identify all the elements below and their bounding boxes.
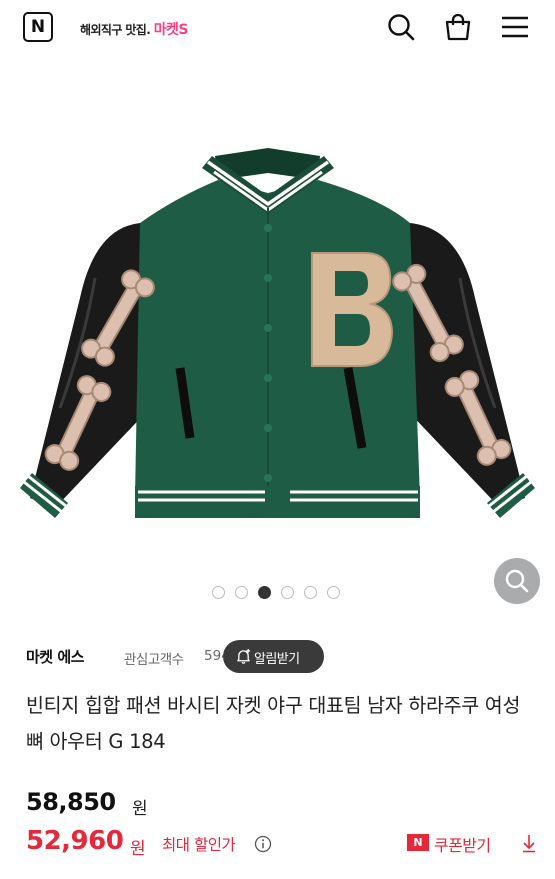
page-dot[interactable] xyxy=(304,586,317,599)
seller-row: 마켓 에스 관심고객수 594 알림받기 xyxy=(26,640,546,674)
zoom-icon xyxy=(505,569,529,593)
alarm-button[interactable]: 알림받기 xyxy=(223,640,324,673)
shopping-bag-icon[interactable] xyxy=(441,10,475,44)
page-dot[interactable] xyxy=(327,586,340,599)
currency-label: 원 xyxy=(132,799,148,819)
sale-price: 52,960 xyxy=(26,826,124,856)
page-dot-active[interactable] xyxy=(258,586,271,599)
product-title: 빈티지 힙합 패션 바시티 자켓 야구 대표팀 남자 하라주쿠 여성 뼈 아우터… xyxy=(26,694,521,753)
sale-price-row: 52,960 원 최대 할인가 N 쿠폰받기 xyxy=(26,826,546,860)
store-tagline: 해외직구 맛집. xyxy=(80,23,151,37)
menu-icon[interactable] xyxy=(498,10,532,44)
followers-label: 관심고객수 xyxy=(124,652,184,668)
page-dot[interactable] xyxy=(212,586,225,599)
zoom-button[interactable] xyxy=(494,558,540,604)
coupon-label: 쿠폰받기 xyxy=(434,836,491,855)
original-price: 58,850 xyxy=(26,788,116,816)
store-name[interactable]: 해외직구 맛집. 마켓S xyxy=(80,19,188,39)
top-header: N 해외직구 맛집. 마켓S xyxy=(0,0,555,56)
page-dot[interactable] xyxy=(235,586,248,599)
jacket-image xyxy=(20,148,535,518)
info-icon[interactable] xyxy=(254,835,272,853)
naver-logo[interactable]: N xyxy=(23,12,53,42)
coupon-button[interactable]: N 쿠폰받기 xyxy=(407,830,542,858)
max-discount-label: 최대 할인가 xyxy=(162,836,236,854)
download-icon xyxy=(523,835,535,853)
coupon-badge: N xyxy=(407,834,429,851)
page-dot[interactable] xyxy=(281,586,294,599)
bell-plus-icon xyxy=(237,649,251,664)
product-image[interactable] xyxy=(0,78,555,618)
store-brand: 마켓S xyxy=(153,22,189,38)
alarm-label: 알림받기 xyxy=(254,652,300,667)
sale-currency-label: 원 xyxy=(130,839,146,859)
search-icon[interactable] xyxy=(384,10,418,44)
seller-name[interactable]: 마켓 에스 xyxy=(26,646,84,667)
